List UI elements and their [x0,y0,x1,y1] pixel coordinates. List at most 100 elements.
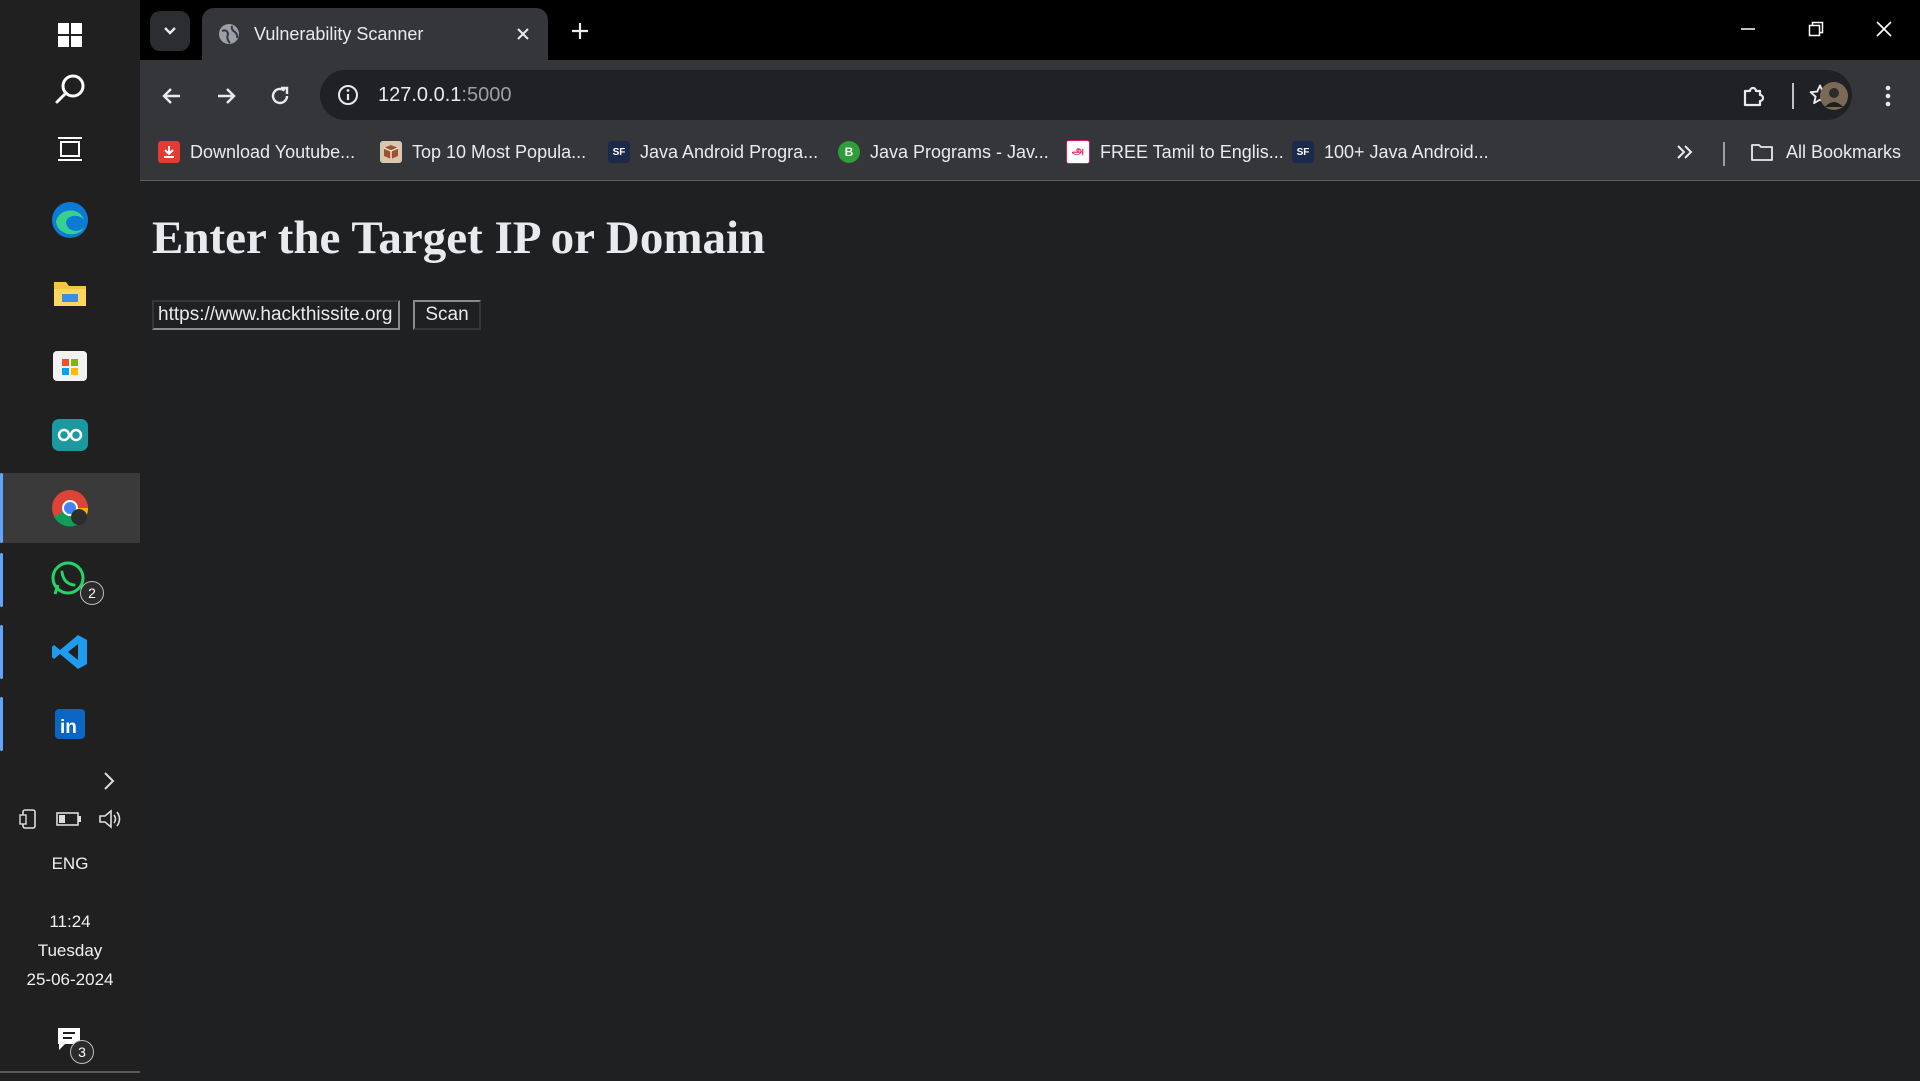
bookmark-tamil-to-english[interactable]: அ FREE Tamil to Englis... [1066,134,1284,170]
system-tray [0,808,140,830]
more-bookmarks-button[interactable] [1676,134,1694,170]
site-info-button[interactable] [330,77,366,113]
reload-button[interactable] [258,74,302,118]
page-title: Enter the Target IP or Domain [152,212,766,264]
double-chevron-right-icon [1677,145,1693,159]
avatar [1820,82,1848,110]
taskbar-app-chrome[interactable] [0,473,140,543]
store-icon [53,351,87,381]
open-indicator [0,697,3,751]
target-input[interactable] [152,300,400,330]
tab-strip: Vulnerability Scanner [140,0,1920,60]
globe-icon [219,24,239,44]
forward-button[interactable] [204,74,248,118]
folder-icon [54,282,86,306]
chevron-right-icon [104,772,115,790]
scan-button[interactable]: Scan [413,300,481,330]
bookmark-java-android-programs[interactable]: SF Java Android Progra... [608,134,818,170]
taskbar-divider [0,1071,140,1073]
restore-icon [1808,21,1824,37]
linkedin-icon: in [55,709,85,739]
url-host: 127.0.0.1 [378,83,462,106]
download-icon [158,141,180,163]
task-view-button[interactable] [0,114,140,184]
tab-search-button[interactable] [150,11,190,51]
taskbar-app-linkedin[interactable]: in [0,689,140,759]
active-indicator [0,473,3,543]
bookmark-label: Java Android Progra... [640,141,819,162]
close-icon [1876,21,1892,37]
extensions-button[interactable] [1732,74,1776,118]
bookmark-label: Java Programs - Jav... [870,141,1049,162]
url-port: :5000 [461,83,512,106]
phone-link-icon[interactable] [18,808,40,830]
sf-icon: SF [608,141,630,163]
bookmark-label: Download Youtube... [190,141,356,162]
toolbar-separator [1792,83,1794,109]
tab-vulnerability-scanner[interactable]: Vulnerability Scanner [202,8,548,60]
all-bookmarks-button[interactable]: All Bookmarks [1750,134,1901,170]
input-language[interactable]: ENG [0,854,140,874]
bookmarks-bar: Download Youtube... Top 10 Most Popula..… [140,130,1920,172]
address-bar[interactable]: 127.0.0.1:5000 [320,70,1852,120]
taskbar-app-whatsapp[interactable]: 2 [0,545,140,615]
clock-time: 11:24 [49,912,91,931]
plus-icon [572,23,588,39]
bookmark-100-java-android[interactable]: SF 100+ Java Android... [1292,134,1489,170]
folder-icon [1751,144,1773,161]
clock-date: 25-06-2024 [26,970,114,989]
taskbar-app-store[interactable] [0,329,140,399]
taskbar-app-file-explorer[interactable] [0,257,140,327]
box-icon [380,141,402,163]
new-tab-button[interactable] [560,12,600,50]
chrome-icon [52,490,89,527]
clock-day: Tuesday [37,941,103,960]
task-view-icon [58,137,82,161]
close-window-button[interactable] [1850,0,1918,58]
arrow-right-icon [218,88,236,104]
taskbar-app-edge[interactable] [0,185,140,255]
page-viewport: Enter the Target IP or Domain Scan [140,180,1920,1081]
arrow-left-icon [162,88,180,104]
taskbar-app-arduino[interactable] [0,400,140,470]
windows-logo-icon [58,23,82,47]
taskbar: 2 in ENG 11:24 Tuesday 25-06-2024 3 [0,0,141,1080]
battery-icon[interactable] [56,811,82,827]
notification-center-button[interactable]: 3 [0,1010,140,1070]
puzzle-icon [1743,86,1765,107]
info-icon [338,85,358,105]
all-bookmarks-label: All Bookmarks [1786,141,1902,162]
volume-icon[interactable] [98,808,122,830]
tamil-letter-icon: அ [1066,140,1090,164]
bookmark-label: Top 10 Most Popula... [412,141,587,162]
profile-button[interactable] [1812,74,1856,118]
open-indicator [0,625,3,679]
bookmarks-separator [1723,142,1725,166]
url-text[interactable]: 127.0.0.1:5000 [366,84,511,107]
restore-button[interactable] [1782,0,1850,58]
chevron-down-icon [164,27,176,35]
arduino-icon [52,419,88,451]
vscode-icon [52,635,87,669]
close-icon [517,28,529,40]
sf-icon: SF [1292,141,1314,163]
browser-toolbar: 127.0.0.1:5000 Download Youtube... Top 1… [140,60,1920,188]
more-vertical-icon [1885,85,1891,107]
bookmark-top-10[interactable]: Top 10 Most Popula... [380,134,586,170]
back-button[interactable] [150,74,194,118]
tab-title: Vulnerability Scanner [254,23,424,44]
search-icon [55,74,85,104]
bookmark-label: FREE Tamil to Englis... [1100,141,1284,162]
minimize-button[interactable] [1714,0,1782,58]
svg-text:in: in [60,717,77,738]
reload-icon [271,86,289,105]
bookmark-java-programs[interactable]: B Java Programs - Jav... [838,134,1049,170]
show-hidden-icons[interactable] [0,770,140,792]
minimize-icon [1741,28,1755,30]
open-indicator [0,553,3,607]
browser-window: Vulnerability Scanner 127.0.0.1:5000 Dow… [140,0,1920,1081]
taskbar-app-vscode[interactable] [0,617,140,687]
tab-close-button[interactable] [508,19,538,49]
bookmark-download-youtube[interactable]: Download Youtube... [158,134,355,170]
menu-button[interactable] [1866,74,1910,118]
